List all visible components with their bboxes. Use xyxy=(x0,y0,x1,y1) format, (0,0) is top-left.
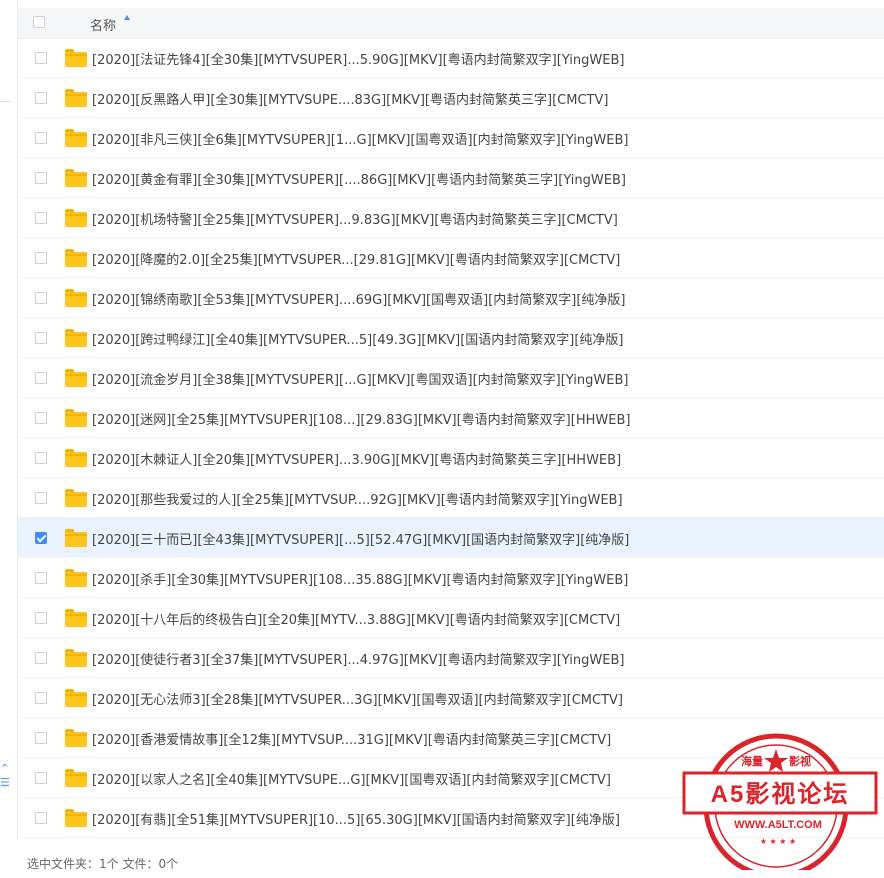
row-checkbox[interactable] xyxy=(35,332,47,344)
file-name-link[interactable]: [2020][十八年后的终极告白][全20集][MYTV...3.88G][MK… xyxy=(92,609,620,628)
file-name-link[interactable]: [2020][杀手][全30集][MYTVSUPER][108...35.88G… xyxy=(92,569,628,588)
stamp-text-right: 影视 xyxy=(789,754,811,768)
stamp-text-left: 海量 xyxy=(741,754,763,768)
row-checkbox[interactable] xyxy=(35,252,47,264)
row-checkbox[interactable] xyxy=(35,492,47,504)
file-row[interactable]: [2020][跨过鸭绿江][全40集][MYTVSUPER...5][49.3G… xyxy=(18,318,884,358)
stamp-stars: ★ ★ ★ ★ xyxy=(760,837,796,846)
row-checkbox[interactable] xyxy=(35,772,47,784)
file-row[interactable]: [2020][降魔的2.0][全25集][MYTVSUPER...[29.81G… xyxy=(18,238,884,278)
file-row[interactable]: [2020][十八年后的终极告白][全20集][MYTV...3.88G][MK… xyxy=(18,598,884,638)
folder-icon xyxy=(65,689,87,707)
column-name-header[interactable]: 名称 xyxy=(90,15,116,34)
file-row[interactable]: [2020][木棘证人][全20集][MYTVSUPER]...3.90G][M… xyxy=(18,438,884,478)
file-name-link[interactable]: [2020][三十而已][全43集][MYTVSUPER][...5][52.4… xyxy=(92,529,629,548)
left-panel-strip xyxy=(0,0,18,878)
folder-icon xyxy=(65,729,87,747)
file-name-link[interactable]: [2020][法证先锋4][全30集][MYTVSUPER]...5.90G][… xyxy=(92,49,624,68)
file-row[interactable]: [2020][反黑路人甲][全30集][MYTVSUPE....83G][MKV… xyxy=(18,78,884,118)
row-checkbox[interactable] xyxy=(35,212,47,224)
file-name-link[interactable]: [2020][流金岁月][全38集][MYTVSUPER][...G][MKV]… xyxy=(92,369,628,388)
file-name-link[interactable]: [2020][机场特警][全25集][MYTVSUPER]...9.83G][M… xyxy=(92,209,618,228)
stamp-star-icon xyxy=(764,749,788,772)
row-checkbox[interactable] xyxy=(35,652,47,664)
folder-icon xyxy=(65,529,87,547)
file-row[interactable]: [2020][法证先锋4][全30集][MYTVSUPER]...5.90G][… xyxy=(18,38,884,78)
folder-icon xyxy=(65,49,87,67)
row-checkbox[interactable] xyxy=(35,612,47,624)
folder-icon xyxy=(65,329,87,347)
left-panel-fragment: ⌃ ☰ xyxy=(0,762,10,789)
select-all-checkbox[interactable] xyxy=(33,16,45,28)
row-checkbox[interactable] xyxy=(35,52,47,64)
file-name-link[interactable]: [2020][以家人之名][全40集][MYTVSUPE...G][MKV][国… xyxy=(92,769,611,788)
folder-icon xyxy=(65,169,87,187)
file-name-link[interactable]: [2020][香港爱情故事][全12集][MYTVSUP....31G][MKV… xyxy=(92,729,611,748)
folder-icon xyxy=(65,209,87,227)
folder-icon xyxy=(65,809,87,827)
folder-icon xyxy=(65,409,87,427)
row-checkbox[interactable] xyxy=(35,532,47,544)
folder-icon xyxy=(65,89,87,107)
row-checkbox[interactable] xyxy=(35,572,47,584)
file-name-link[interactable]: [2020][非凡三侠][全6集][MYTVSUPER][1...G][MKV]… xyxy=(92,129,628,148)
file-name-link[interactable]: [2020][黄金有罪][全30集][MYTVSUPER][....86G][M… xyxy=(92,169,626,188)
folder-icon xyxy=(65,249,87,267)
file-row[interactable]: [2020][杀手][全30集][MYTVSUPER][108...35.88G… xyxy=(18,558,884,598)
file-row[interactable]: [2020][使徒行者3][全37集][MYTVSUPER]...4.97G][… xyxy=(18,638,884,678)
file-name-link[interactable]: [2020][那些我爱过的人][全25集][MYTVSUP....92G][MK… xyxy=(92,489,623,508)
sort-ascending-icon[interactable] xyxy=(124,15,130,20)
folder-icon xyxy=(65,289,87,307)
file-row[interactable]: [2020][迷网][全25集][MYTVSUPER][108...][29.8… xyxy=(18,398,884,438)
folder-icon xyxy=(65,129,87,147)
file-row[interactable]: [2020][锦绣南歌][全53集][MYTVSUPER]....69G][MK… xyxy=(18,278,884,318)
file-name-link[interactable]: [2020][锦绣南歌][全53集][MYTVSUPER]....69G][MK… xyxy=(92,289,625,308)
file-row[interactable]: [2020][机场特警][全25集][MYTVSUPER]...9.83G][M… xyxy=(18,198,884,238)
row-checkbox[interactable] xyxy=(35,92,47,104)
folder-icon xyxy=(65,649,87,667)
file-row[interactable]: [2020][无心法师3][全28集][MYTVSUPER...3G][MKV]… xyxy=(18,678,884,718)
row-checkbox[interactable] xyxy=(35,812,47,824)
row-checkbox[interactable] xyxy=(35,172,47,184)
file-name-link[interactable]: [2020][迷网][全25集][MYTVSUPER][108...][29.8… xyxy=(92,409,630,428)
file-name-link[interactable]: [2020][有翡][全51集][MYTVSUPER][10...5][65.3… xyxy=(92,809,620,828)
row-checkbox[interactable] xyxy=(35,692,47,704)
folder-icon xyxy=(65,369,87,387)
file-row[interactable]: [2020][那些我爱过的人][全25集][MYTVSUP....92G][MK… xyxy=(18,478,884,518)
file-row[interactable]: [2020][流金岁月][全38集][MYTVSUPER][...G][MKV]… xyxy=(18,358,884,398)
file-name-link[interactable]: [2020][跨过鸭绿江][全40集][MYTVSUPER...5][49.3G… xyxy=(92,329,623,348)
row-checkbox[interactable] xyxy=(35,732,47,744)
file-row[interactable]: [2020][非凡三侠][全6集][MYTVSUPER][1...G][MKV]… xyxy=(18,118,884,158)
row-checkbox[interactable] xyxy=(35,292,47,304)
row-checkbox[interactable] xyxy=(35,372,47,384)
file-row[interactable]: [2020][三十而已][全43集][MYTVSUPER][...5][52.4… xyxy=(18,518,884,558)
file-name-link[interactable]: [2020][木棘证人][全20集][MYTVSUPER]...3.90G][M… xyxy=(92,449,621,468)
selection-status: 选中文件夹：1个 文件：0个 xyxy=(27,857,179,871)
file-name-link[interactable]: [2020][反黑路人甲][全30集][MYTVSUPE....83G][MKV… xyxy=(92,89,608,108)
folder-icon xyxy=(65,609,87,627)
file-name-link[interactable]: [2020][降魔的2.0][全25集][MYTVSUPER...[29.81G… xyxy=(92,249,620,268)
file-name-link[interactable]: [2020][无心法师3][全28集][MYTVSUPER...3G][MKV]… xyxy=(92,689,623,708)
forum-stamp-watermark: 海量 影视 A5影视论坛 WWW.A5LT.COM ★ ★ ★ ★ xyxy=(682,733,878,870)
folder-icon xyxy=(65,489,87,507)
list-header: 名称 xyxy=(18,8,884,39)
folder-icon xyxy=(65,449,87,467)
row-checkbox[interactable] xyxy=(35,412,47,424)
row-checkbox[interactable] xyxy=(35,452,47,464)
stamp-url: WWW.A5LT.COM xyxy=(734,819,822,831)
folder-icon xyxy=(65,569,87,587)
stamp-main-text: A5影视论坛 xyxy=(711,780,850,808)
file-name-link[interactable]: [2020][使徒行者3][全37集][MYTVSUPER]...4.97G][… xyxy=(92,649,624,668)
left-panel-mark xyxy=(0,101,10,102)
file-row[interactable]: [2020][黄金有罪][全30集][MYTVSUPER][....86G][M… xyxy=(18,158,884,198)
row-checkbox[interactable] xyxy=(35,132,47,144)
folder-icon xyxy=(65,769,87,787)
